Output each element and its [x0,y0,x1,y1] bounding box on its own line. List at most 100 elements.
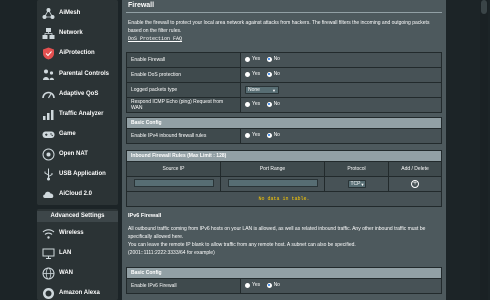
sidebar-item-label: Amazon Alexa [59,290,100,296]
radio-button[interactable] [266,101,272,107]
radio-yes[interactable]: Yes [245,101,260,107]
page-title: Firewall [128,2,155,9]
shield-icon [41,46,55,60]
radio-button[interactable] [266,71,272,77]
advanced-settings-title: Advanced Settings [37,211,118,222]
setting-label: Respond ICMP Echo (ping) Request from WA… [126,97,241,113]
nat-icon [41,147,55,161]
radio-button[interactable] [266,132,272,138]
sidebar-item-label: Parental Controls [59,71,110,77]
setting-row-ipv4-inbound: Enable IPv4 inbound firewall rules Yes N… [126,128,442,144]
radio-button[interactable] [245,132,250,138]
sidebar-item-label: LAN [59,250,72,256]
radio-label: No [273,282,280,289]
radio-label: No [273,132,280,139]
logged-packets-select[interactable]: None ▼ [245,86,279,94]
column-protocol: Protocol [324,161,389,177]
port-range-input[interactable] [227,179,318,187]
radio-button[interactable] [245,56,250,62]
traffic-icon [41,107,55,121]
sidebar-item-open-nat[interactable]: Open NAT [37,144,118,164]
empty-table-message: No data in table. [126,191,442,207]
description-text: Enable the firewall to protect your loca… [128,20,430,34]
chevron-down-icon: ▼ [272,87,276,93]
ipv6-desc-line: You can leave the remote IP blank to all… [128,242,356,248]
setting-label: Enable DoS protection [126,67,241,83]
protocol-select[interactable]: TCP ▼ [347,180,366,188]
setting-row-dos-protection: Enable DoS protection Yes No [126,67,442,83]
radio-button[interactable] [245,282,250,288]
mesh-icon [41,6,55,20]
sidebar-item-wireless[interactable]: Wireless [37,223,118,243]
sidebar-item-wan[interactable]: WAN [37,263,118,283]
inbound-rules-header: Inbound Firewall Rules (Max Limit : 128) [126,150,442,162]
sidebar-item-parental-controls[interactable]: Parental Controls [37,64,118,84]
sidebar-item-label: Game [59,131,76,137]
sidebar-item-usb-application[interactable]: USB Application [37,164,118,184]
source-ip-input[interactable] [133,179,214,187]
sidebar: AiMesh Network AiProtection Parental Con… [0,0,122,300]
sidebar-item-label: Wireless [59,230,84,236]
radio-yes[interactable]: Yes [245,132,260,138]
radio-label: Yes [252,56,261,63]
setting-row-enable-ipv6: Enable IPv6 Firewall Yes No [126,278,442,294]
sidebar-item-label: AiCloud 2.0 [59,191,93,197]
usb-icon [41,167,55,181]
sidebar-item-aimesh[interactable]: AiMesh [37,3,118,23]
dos-faq-link[interactable]: DoS Protection FAQ [128,36,182,42]
basic-config-header: Basic Config [126,117,442,129]
sidebar-item-network[interactable]: Network [37,23,118,43]
main-menu: AiMesh Network AiProtection Parental Con… [37,0,118,205]
sidebar-item-aiprotection[interactable]: AiProtection [37,43,118,63]
page-scrollbar[interactable] [480,0,488,300]
qos-icon [41,87,55,101]
ipv6-desc-line: All outbound traffic coming from IPv6 ho… [128,226,426,240]
sidebar-item-aicloud[interactable]: AiCloud 2.0 [37,184,118,204]
radio-yes[interactable]: Yes [245,282,260,288]
radio-label: No [273,71,280,78]
radio-button[interactable] [245,101,250,107]
setting-label: Enable IPv4 inbound firewall rules [126,128,241,144]
sidebar-item-game[interactable]: Game [37,124,118,144]
radio-button[interactable] [266,282,272,288]
setting-row-icmp-echo: Respond ICMP Echo (ping) Request from WA… [126,97,442,113]
setting-label: Enable IPv6 Firewall [126,278,241,294]
radio-yes[interactable]: Yes [245,56,260,62]
ipv6-description: All outbound traffic coming from IPv6 ho… [128,225,440,257]
sidebar-item-label: AiMesh [59,10,81,16]
new-rule-row: TCP ▼ + [126,176,442,192]
radio-label: Yes [252,71,261,78]
radio-button[interactable] [245,71,250,77]
advanced-menu: Wireless LAN WAN Amazon Alexa [37,209,118,300]
inbound-rules-table: Inbound Firewall Rules (Max Limit : 128)… [126,150,442,207]
sidebar-item-amazon-alexa[interactable]: Amazon Alexa [37,283,118,300]
sidebar-item-label: WAN [59,270,73,276]
setting-label: Enable Firewall [126,52,241,68]
globe-icon [41,266,55,280]
radio-label: No [273,101,280,108]
radio-no[interactable]: No [266,101,280,108]
radio-label: Yes [252,132,261,139]
ipv6-basic-config-header: Basic Config [126,267,442,279]
sidebar-item-label: AiProtection [59,50,95,56]
cloud-icon [41,187,55,201]
radio-no[interactable]: No [266,56,280,62]
radio-yes[interactable]: Yes [245,71,260,77]
sidebar-item-adaptive-qos[interactable]: Adaptive QoS [37,84,118,104]
column-port-range: Port Range [220,161,325,177]
title-divider [126,12,442,13]
network-icon [41,26,55,40]
radio-button[interactable] [266,56,272,62]
column-source-ip: Source IP [126,161,221,177]
radio-no[interactable]: No [266,282,280,289]
add-rule-icon[interactable]: + [411,180,419,188]
sidebar-item-lan[interactable]: LAN [37,243,118,263]
firewall-description: Enable the firewall to protect your loca… [128,19,440,43]
scrollbar-thumb[interactable] [481,0,487,14]
chevron-down-icon: ▼ [360,181,365,187]
sidebar-item-traffic-analyzer[interactable]: Traffic Analyzer [37,104,118,124]
radio-label: Yes [252,282,261,289]
radio-no[interactable]: No [266,71,280,78]
radio-no[interactable]: No [266,132,280,139]
sidebar-item-label: Open NAT [59,151,88,157]
